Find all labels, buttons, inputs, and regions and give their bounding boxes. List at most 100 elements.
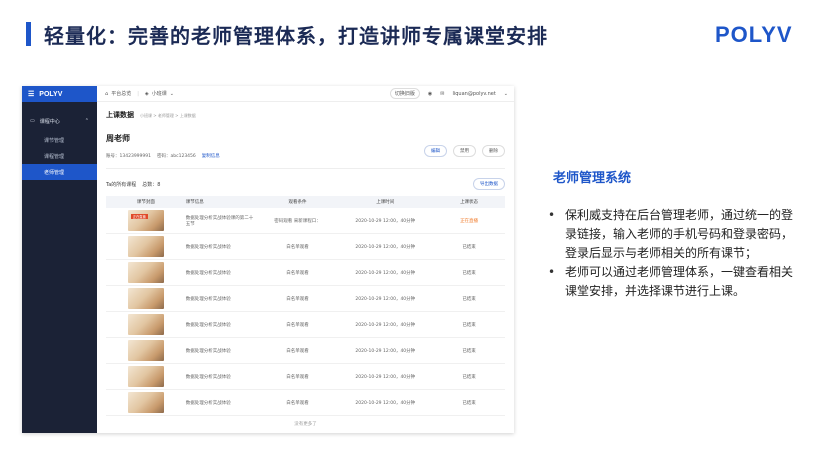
column-header: 课节封面 bbox=[136, 200, 155, 205]
book-icon: ▭ bbox=[30, 118, 35, 124]
cover-cell bbox=[106, 314, 186, 335]
nav-home[interactable]: 平台总览 bbox=[111, 90, 131, 97]
description-bullet: 保利威支持在后台管理老师，通过统一的登录链接，输入老师的手机号码和登录密码，登录… bbox=[548, 206, 798, 263]
sidebar-item-course-mgmt[interactable]: 课程管理 bbox=[22, 148, 97, 164]
chevron-down-icon: ⌄ bbox=[169, 90, 174, 97]
home-icon: ⌂ bbox=[105, 90, 109, 97]
table-row[interactable]: 数据处理分析实战体验 白名单观看 2020-10-29 12:00，40分钟 已结束 bbox=[106, 390, 505, 416]
chevron-up-icon: ⌃ bbox=[84, 118, 89, 124]
lesson-cover-thumbnail[interactable] bbox=[127, 262, 164, 283]
table-row[interactable]: 数据处理分析实战体验 白名单观看 2020-10-29 12:00，40分钟 已结束 bbox=[106, 338, 505, 364]
mail-icon[interactable]: ✉ bbox=[440, 91, 444, 97]
lesson-cover-thumbnail[interactable] bbox=[127, 340, 164, 361]
column-header: 观看条件 bbox=[288, 200, 307, 205]
cover-cell bbox=[106, 392, 186, 413]
page-heading: 上课数据 bbox=[106, 111, 134, 119]
description-list: 保利威支持在后台管理老师，通过统一的登录链接，输入老师的手机号码和登录密码，登录… bbox=[548, 206, 798, 301]
lesson-time: 2020-10-29 12:00，40分钟 bbox=[355, 218, 416, 224]
lesson-time: 2020-10-29 12:00，40分钟 bbox=[355, 296, 416, 302]
lesson-time: 2020-10-29 12:00，40分钟 bbox=[355, 374, 416, 380]
course-total: 总数：8 bbox=[142, 181, 161, 188]
app-screenshot: ☰ POLYV ▭ 课程中心 ⌃ 课节管理 课程管理 老师管理 ⌂ 平台总览 |… bbox=[22, 86, 514, 433]
slide-title: 轻量化：完善的老师管理体系，打造讲师专属课堂安排 bbox=[44, 24, 548, 48]
cover-cell bbox=[106, 288, 186, 309]
column-header: 课节信息 bbox=[185, 200, 204, 205]
settings-icon[interactable]: ◉ bbox=[428, 91, 432, 97]
watch-condition: 白名单观看 bbox=[286, 244, 309, 250]
export-button[interactable]: 导出数据 bbox=[473, 178, 505, 190]
lesson-status: 已结束 bbox=[462, 296, 476, 302]
lesson-status: 正在直播 bbox=[460, 218, 479, 224]
lesson-time: 2020-10-29 12:00，40分钟 bbox=[355, 400, 416, 406]
watch-condition: 白名单观看 bbox=[286, 270, 309, 276]
polyv-logo: POLYV bbox=[715, 22, 793, 47]
cover-cell bbox=[106, 262, 186, 283]
chevron-down-icon: ⌄ bbox=[503, 90, 508, 97]
lesson-status: 已结束 bbox=[462, 374, 476, 380]
teacher-name: 周老师 bbox=[106, 134, 130, 143]
watch-condition: 白名单观看 bbox=[286, 348, 309, 354]
lesson-time: 2020-10-29 12:00，40分钟 bbox=[355, 348, 416, 354]
section-title: Ta的所有课程 bbox=[106, 181, 137, 188]
sidebar-group-course-center[interactable]: ▭ 课程中心 ⌃ bbox=[22, 110, 97, 132]
switch-old-version-button[interactable]: 切换旧版 bbox=[389, 88, 420, 99]
lesson-info[interactable]: 数据处理分析实战体验 bbox=[186, 322, 258, 328]
lesson-status: 已结束 bbox=[462, 322, 476, 328]
watch-condition: 密码观看 采新课程口： bbox=[274, 218, 321, 224]
sidebar-item-lesson-mgmt[interactable]: 课节管理 bbox=[22, 132, 97, 148]
divider bbox=[106, 168, 505, 169]
lesson-cover-thumbnail[interactable]: 正在直播 bbox=[127, 210, 164, 231]
lesson-info[interactable]: 数据处理分析实战体验 bbox=[186, 296, 258, 302]
table-row[interactable]: 数据处理分析实战体验 白名单观看 2020-10-29 12:00，40分钟 已结束 bbox=[106, 312, 505, 338]
lesson-cover-thumbnail[interactable] bbox=[127, 366, 164, 387]
course-table: 课节封面 课节信息 观看条件 上课时间 上课状态 正在直播 数据处理分析实战体验课… bbox=[106, 196, 505, 416]
breadcrumb[interactable]: 小班课 > 老师管理 > 上课数据 bbox=[140, 113, 196, 119]
cover-cell bbox=[106, 340, 186, 361]
menu-icon[interactable]: ☰ bbox=[28, 90, 34, 98]
table-row[interactable]: 数据处理分析实战体验 白名单观看 2020-10-29 12:00，40分钟 已结束 bbox=[106, 260, 505, 286]
disable-button[interactable]: 禁用 bbox=[453, 145, 476, 157]
sidebar-item-teacher-mgmt[interactable]: 老师管理 bbox=[22, 164, 97, 180]
lesson-info[interactable]: 数据处理分析实战体验 bbox=[186, 374, 258, 380]
watch-condition: 白名单观看 bbox=[286, 296, 309, 302]
lesson-time: 2020-10-29 12:00，40分钟 bbox=[355, 244, 416, 250]
table-row[interactable]: 正在直播 数据处理分析实战体验课的第二十五节 密码观看 采新课程口： 2020-10-… bbox=[106, 208, 505, 234]
table-header: 课节封面 课节信息 观看条件 上课时间 上课状态 bbox=[106, 196, 505, 208]
copy-info-link[interactable]: 复制信息 bbox=[202, 153, 220, 159]
table-row[interactable]: 数据处理分析实战体验 白名单观看 2020-10-29 12:00，40分钟 已结束 bbox=[106, 234, 505, 260]
lesson-info[interactable]: 数据处理分析实战体验 bbox=[186, 270, 258, 276]
lesson-time: 2020-10-29 12:00，40分钟 bbox=[355, 322, 416, 328]
column-header: 上课状态 bbox=[460, 200, 479, 205]
lesson-info[interactable]: 数据处理分析实战体验课的第二十五节 bbox=[186, 215, 258, 227]
title-accent-bar bbox=[26, 22, 31, 46]
table-row[interactable]: 数据处理分析实战体验 白名单观看 2020-10-29 12:00，40分钟 已结束 bbox=[106, 286, 505, 312]
topbar: ⌂ 平台总览 | ◈ 小班课 ⌄ 切换旧版 ◉ ✉ liquan@polyv.n… bbox=[97, 86, 514, 102]
cover-cell: 正在直播 bbox=[106, 210, 186, 231]
lesson-status: 已结束 bbox=[462, 244, 476, 250]
sidebar-brand-label: POLYV bbox=[39, 90, 63, 98]
lesson-cover-thumbnail[interactable] bbox=[127, 392, 164, 413]
lesson-info[interactable]: 数据处理分析实战体验 bbox=[186, 400, 258, 406]
lesson-info[interactable]: 数据处理分析实战体验 bbox=[186, 348, 258, 354]
lesson-cover-thumbnail[interactable] bbox=[127, 314, 164, 335]
teacher-actions: 编辑 禁用 删除 bbox=[424, 145, 505, 157]
description-title: 老师管理系统 bbox=[553, 171, 632, 186]
edit-button[interactable]: 编辑 bbox=[424, 145, 447, 157]
live-tag: 正在直播 bbox=[130, 214, 148, 219]
cover-cell bbox=[106, 236, 186, 257]
lesson-cover-thumbnail[interactable] bbox=[127, 236, 164, 257]
lesson-info[interactable]: 数据处理分析实战体验 bbox=[186, 244, 258, 250]
watch-condition: 白名单观看 bbox=[286, 374, 309, 380]
lesson-status: 已结束 bbox=[462, 348, 476, 354]
user-account[interactable]: liquan@polyv.net bbox=[452, 91, 495, 97]
table-row[interactable]: 数据处理分析实战体验 白名单观看 2020-10-29 12:00，40分钟 已结束 bbox=[106, 364, 505, 390]
lesson-status: 已结束 bbox=[462, 400, 476, 406]
sidebar-group-label: 课程中心 bbox=[39, 118, 60, 125]
watch-condition: 白名单观看 bbox=[286, 322, 309, 328]
lesson-cover-thumbnail[interactable] bbox=[127, 288, 164, 309]
cover-cell bbox=[106, 366, 186, 387]
delete-button[interactable]: 删除 bbox=[482, 145, 505, 157]
lesson-time: 2020-10-29 12:00，40分钟 bbox=[355, 270, 416, 276]
org-selector[interactable]: 小班课 bbox=[152, 90, 167, 97]
sidebar: ☰ POLYV ▭ 课程中心 ⌃ 课节管理 课程管理 老师管理 bbox=[22, 86, 97, 433]
